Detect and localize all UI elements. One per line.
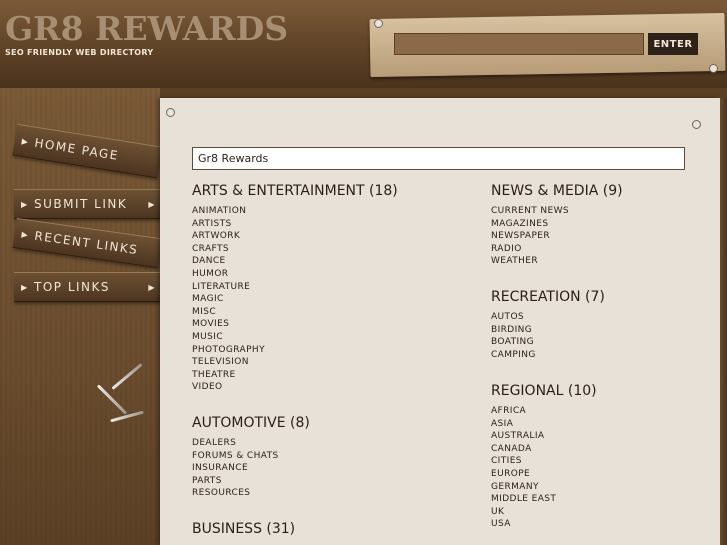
arrow-right-icon: ▶ — [21, 136, 31, 147]
subcategory-link[interactable]: RESOURCES — [192, 487, 310, 500]
category-regional: REGIONAL (10) AFRICA ASIA AUSTRALIA CANA… — [491, 383, 597, 531]
subcategory-link[interactable]: HUMOR — [192, 268, 398, 281]
category-automotive: AUTOMOTIVE (8) DEALERS FORUMS & CHATS IN… — [192, 415, 310, 500]
subcategory-link[interactable]: DEALERS — [192, 437, 310, 450]
subcategory-link[interactable]: THEATRE — [192, 369, 398, 382]
subcategory-link[interactable]: CURRENT NEWS — [491, 205, 623, 218]
search-input[interactable] — [394, 33, 644, 55]
subcategory-link[interactable]: BOATING — [491, 336, 605, 349]
nav-label: Submit Link — [34, 197, 128, 211]
subcategory-link[interactable]: FORUMS & CHATS — [192, 450, 310, 463]
nail-icon — [709, 64, 718, 73]
subcategory-link[interactable]: TELEVISION — [192, 356, 398, 369]
subcategory-link[interactable]: EUROPE — [491, 468, 597, 481]
subcategory-link[interactable]: PHOTOGRAPHY — [192, 344, 398, 357]
arrow-right-icon: ▶ — [148, 282, 156, 292]
subcategory-link[interactable]: UK — [491, 506, 597, 519]
category-recreation: RECREATION (7) AUTOS BIRDING BOATING CAM… — [491, 289, 605, 361]
subcategory-link[interactable]: MOVIES — [192, 318, 398, 331]
subcategory-link[interactable]: CITIES — [491, 455, 597, 468]
subcategory-link[interactable]: MIDDLE EAST — [491, 493, 597, 506]
content-edge — [720, 98, 727, 545]
nav-label: Top Links — [34, 280, 111, 294]
subcategory-link[interactable]: MAGIC — [192, 293, 398, 306]
nav-label: Recent Links — [33, 228, 140, 258]
subcategory-link[interactable]: USA — [491, 518, 597, 531]
nail-icon — [374, 19, 383, 28]
category-arts-entertainment: ARTS & ENTERTAINMENT (18) ANIMATION ARTI… — [192, 183, 398, 394]
subcategory-link[interactable]: ARTWORK — [192, 230, 398, 243]
arrow-right-icon: ▶ — [148, 199, 156, 209]
subcategory-link[interactable]: CANADA — [491, 443, 597, 456]
category-title[interactable]: REGIONAL (10) — [491, 383, 597, 399]
subcategory-link[interactable]: VIDEO — [192, 381, 398, 394]
subcategory-link[interactable]: INSURANCE — [192, 462, 310, 475]
category-title[interactable]: BUSINESS (31) — [192, 521, 295, 537]
category-title[interactable]: ARTS & ENTERTAINMENT (18) — [192, 183, 398, 199]
arrow-right-icon: ▶ — [21, 199, 29, 209]
subcategory-link[interactable]: MUSIC — [192, 331, 398, 344]
subcategory-link[interactable]: CAMPING — [491, 349, 605, 362]
subcategory-link[interactable]: BIRDING — [491, 324, 605, 337]
subcategory-link[interactable]: PARTS — [192, 475, 310, 488]
nav-submit-link[interactable]: ▶ Submit Link ▶ — [14, 189, 160, 219]
site-logo[interactable]: GR8 REWARDS — [5, 12, 288, 45]
subcategory-link[interactable]: RADIO — [491, 243, 623, 256]
subcategory-link[interactable]: MAGAZINES — [491, 218, 623, 231]
category-title[interactable]: NEWS & MEDIA (9) — [491, 183, 623, 199]
subcategory-link[interactable]: NEWSPAPER — [491, 230, 623, 243]
subcategory-link[interactable]: MISC — [192, 306, 398, 319]
subcategory-link[interactable]: GERMANY — [491, 481, 597, 494]
subcategory-link[interactable]: AFRICA — [491, 405, 597, 418]
subcategory-link[interactable]: CRAFTS — [192, 243, 398, 256]
subcategory-link[interactable]: AUTOS — [491, 311, 605, 324]
nav-top-links[interactable]: ▶ Top Links ▶ — [14, 272, 160, 302]
subcategory-link[interactable]: ARTISTS — [192, 218, 398, 231]
subcategory-link[interactable]: LITERATURE — [192, 281, 398, 294]
search-enter-button[interactable]: ENTER — [648, 33, 698, 55]
subcategory-link[interactable]: WEATHER — [491, 255, 623, 268]
nail-icon — [166, 108, 175, 117]
breadcrumb: Gr8 Rewards — [192, 147, 685, 170]
subcategory-link[interactable]: DANCE — [192, 255, 398, 268]
subcategory-link[interactable]: AUSTRALIA — [491, 430, 597, 443]
arrow-right-icon: ▶ — [21, 282, 29, 292]
category-news-media: NEWS & MEDIA (9) CURRENT NEWS MAGAZINES … — [491, 183, 623, 268]
category-business: BUSINESS (31) — [192, 521, 295, 543]
subcategory-link[interactable]: ASIA — [491, 418, 597, 431]
category-title[interactable]: RECREATION (7) — [491, 289, 605, 305]
arrow-right-icon: ▶ — [21, 229, 30, 240]
nav-label: Home Page — [33, 135, 120, 163]
nail-icon — [692, 120, 701, 129]
category-title[interactable]: AUTOMOTIVE (8) — [192, 415, 310, 431]
site-tagline: SEO FRIENDLY WEB DIRECTORY — [5, 48, 154, 57]
subcategory-link[interactable]: ANIMATION — [192, 205, 398, 218]
